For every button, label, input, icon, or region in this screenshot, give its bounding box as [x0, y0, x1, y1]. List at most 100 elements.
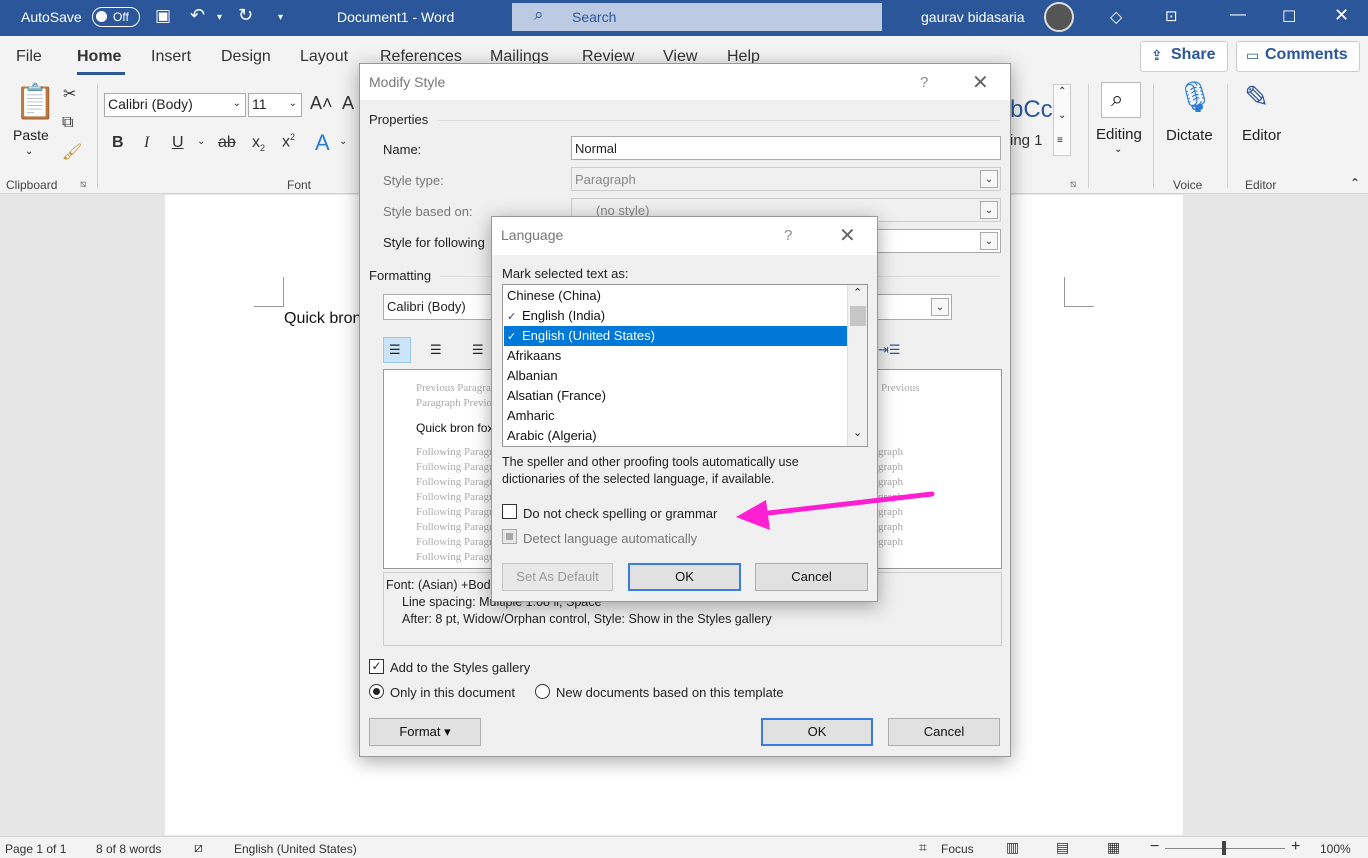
cut-icon[interactable]: ✂ — [63, 84, 76, 104]
share-button[interactable]: ⇪ Share — [1140, 41, 1228, 72]
zoom-slider-handle[interactable] — [1222, 841, 1226, 855]
add-to-gallery-label[interactable]: Add to the Styles gallery — [390, 660, 530, 675]
proofing-icon[interactable]: ⧄ — [194, 839, 203, 856]
diamond-icon[interactable]: ◇ — [1110, 7, 1122, 27]
language-list-item[interactable]: Amharic — [504, 406, 847, 426]
bold-icon[interactable]: B — [112, 134, 124, 152]
print-layout-icon[interactable]: ▤ — [1056, 839, 1069, 856]
set-as-default-button[interactable]: Set As Default — [502, 563, 613, 591]
new-documents-radio[interactable] — [535, 684, 550, 699]
status-language[interactable]: English (United States) — [234, 842, 357, 856]
paste-icon[interactable]: 📋 — [14, 82, 56, 122]
language-cancel-button[interactable]: Cancel — [755, 563, 868, 591]
no-spell-check-checkbox[interactable] — [502, 504, 517, 519]
editing-dropdown-icon[interactable]: ⌄ — [1114, 144, 1122, 155]
dictate-label[interactable]: Dictate — [1166, 127, 1213, 144]
save-icon[interactable]: ▣ — [155, 6, 171, 26]
italic-icon[interactable]: I — [144, 134, 149, 152]
search-box[interactable]: ⌕ Search — [512, 3, 882, 31]
modify-style-ok-button[interactable]: OK — [761, 718, 873, 746]
undo-icon[interactable]: ↶ — [190, 5, 205, 26]
language-list-item[interactable]: Albanian — [504, 366, 847, 386]
tab-home[interactable]: Home — [77, 48, 121, 66]
language-list-item[interactable]: Alsatian (France) — [504, 386, 847, 406]
customize-toolbar-icon[interactable]: ▾ — [278, 12, 283, 23]
format-painter-icon[interactable]: 🖌 — [62, 142, 82, 162]
tab-insert[interactable]: Insert — [151, 48, 191, 66]
align-left-button[interactable]: ☰ — [383, 337, 411, 363]
copy-icon[interactable]: ⧉ — [62, 114, 73, 132]
close-icon[interactable]: ✕ — [972, 70, 989, 95]
focus-label[interactable]: Focus — [941, 842, 974, 856]
align-center-icon[interactable]: ☰ — [430, 342, 442, 358]
add-to-gallery-checkbox[interactable]: ✓ — [369, 659, 384, 674]
grow-font-icon[interactable]: A˄ — [310, 93, 333, 114]
name-field[interactable]: Normal — [571, 136, 1001, 160]
help-icon[interactable]: ? — [784, 227, 792, 244]
text-effects-icon[interactable]: A — [315, 130, 330, 156]
editing-label[interactable]: Editing — [1096, 126, 1142, 143]
read-mode-icon[interactable]: ▥ — [1006, 839, 1019, 856]
new-documents-label[interactable]: New documents based on this template — [556, 685, 784, 700]
tab-layout[interactable]: Layout — [300, 48, 348, 66]
tab-file[interactable]: File — [16, 48, 42, 66]
shrink-font-icon[interactable]: A — [342, 93, 354, 114]
chevron-up-icon[interactable]: ⌃ — [853, 286, 862, 299]
tab-design[interactable]: Design — [221, 48, 271, 66]
font-size-box[interactable]: 11 ⌄ — [248, 93, 302, 117]
superscript-icon[interactable]: x2 — [282, 132, 295, 151]
detect-language-checkbox[interactable] — [502, 529, 517, 544]
zoom-level[interactable]: 100% — [1320, 842, 1351, 856]
style-heading-label[interactable]: ing 1 — [1010, 132, 1043, 149]
chevron-down-icon[interactable]: ⌄ — [853, 426, 862, 439]
style-type-select[interactable]: Paragraph ⌄ — [571, 167, 1001, 191]
close-icon[interactable]: ✕ — [839, 223, 856, 248]
format-button[interactable]: Format ▾ — [369, 718, 481, 746]
editor-label[interactable]: Editor — [1242, 127, 1281, 144]
comments-button[interactable]: ▭ Comments — [1236, 41, 1360, 72]
user-name[interactable]: gaurav bidasaria — [921, 9, 1025, 25]
increase-indent-icon[interactable]: ⇥☰ — [878, 342, 901, 358]
language-list[interactable]: Chinese (China) ✓ English (India) ✓ English … — [502, 284, 868, 447]
language-list-item[interactable]: ✓ English (India) — [504, 306, 847, 326]
document-text[interactable]: Quick bron — [284, 310, 361, 328]
close-icon[interactable]: ✕ — [1334, 5, 1349, 26]
language-ok-button[interactable]: OK — [628, 563, 741, 591]
redo-icon[interactable]: ↻ — [238, 5, 253, 26]
ribbon-display-icon[interactable]: ⊡ — [1165, 7, 1178, 25]
zoom-out-icon[interactable]: − — [1150, 838, 1159, 856]
undo-dropdown-icon[interactable]: ▾ — [217, 12, 222, 23]
underline-icon[interactable]: U — [172, 134, 184, 152]
scrollbar-thumb[interactable] — [850, 306, 866, 326]
page-count[interactable]: Page 1 of 1 — [5, 842, 66, 856]
language-list-item[interactable]: ✓ English (United States) — [504, 326, 847, 346]
minimize-icon[interactable]: — — [1230, 6, 1246, 24]
only-this-document-label[interactable]: Only in this document — [390, 685, 515, 700]
language-list-item[interactable]: Arabic (Algeria) — [504, 426, 847, 446]
language-list-item[interactable]: Afrikaans — [504, 346, 847, 366]
align-right-icon[interactable]: ☰ — [472, 342, 484, 358]
maximize-icon[interactable]: ☐ — [1282, 7, 1296, 27]
underline-dropdown-icon[interactable]: ⌄ — [197, 136, 205, 147]
style-preview[interactable]: bCc — [1010, 96, 1053, 124]
autosave-toggle[interactable]: Off — [92, 7, 140, 27]
detect-language-label[interactable]: Detect language automatically — [523, 531, 697, 546]
word-count[interactable]: 8 of 8 words — [96, 842, 161, 856]
web-layout-icon[interactable]: ▦ — [1107, 839, 1120, 856]
font-name-box[interactable]: Calibri (Body) ⌄ — [104, 93, 246, 117]
language-list-scrollbar[interactable]: ⌃ ⌄ — [847, 285, 867, 446]
styles-launcher-icon[interactable]: ⧅ — [1070, 179, 1076, 190]
help-icon[interactable]: ? — [920, 74, 928, 91]
strikethrough-icon[interactable]: ab — [218, 134, 236, 152]
subscript-icon[interactable]: x2 — [252, 134, 265, 153]
language-list-item[interactable]: Chinese (China) — [504, 286, 847, 306]
only-this-document-radio[interactable] — [369, 684, 384, 699]
editor-pen-icon[interactable]: ✎ — [1244, 80, 1269, 115]
collapse-ribbon-icon[interactable]: ⌃ — [1350, 176, 1360, 190]
editing-button[interactable]: ⌕ — [1101, 82, 1141, 118]
focus-icon[interactable]: ⌗ — [919, 839, 927, 856]
avatar[interactable] — [1044, 2, 1074, 32]
modify-style-cancel-button[interactable]: Cancel — [888, 718, 1000, 746]
text-effects-dropdown-icon[interactable]: ⌄ — [339, 136, 347, 147]
styles-scroll[interactable]: ⌃ ⌄ ≡ — [1053, 84, 1071, 156]
